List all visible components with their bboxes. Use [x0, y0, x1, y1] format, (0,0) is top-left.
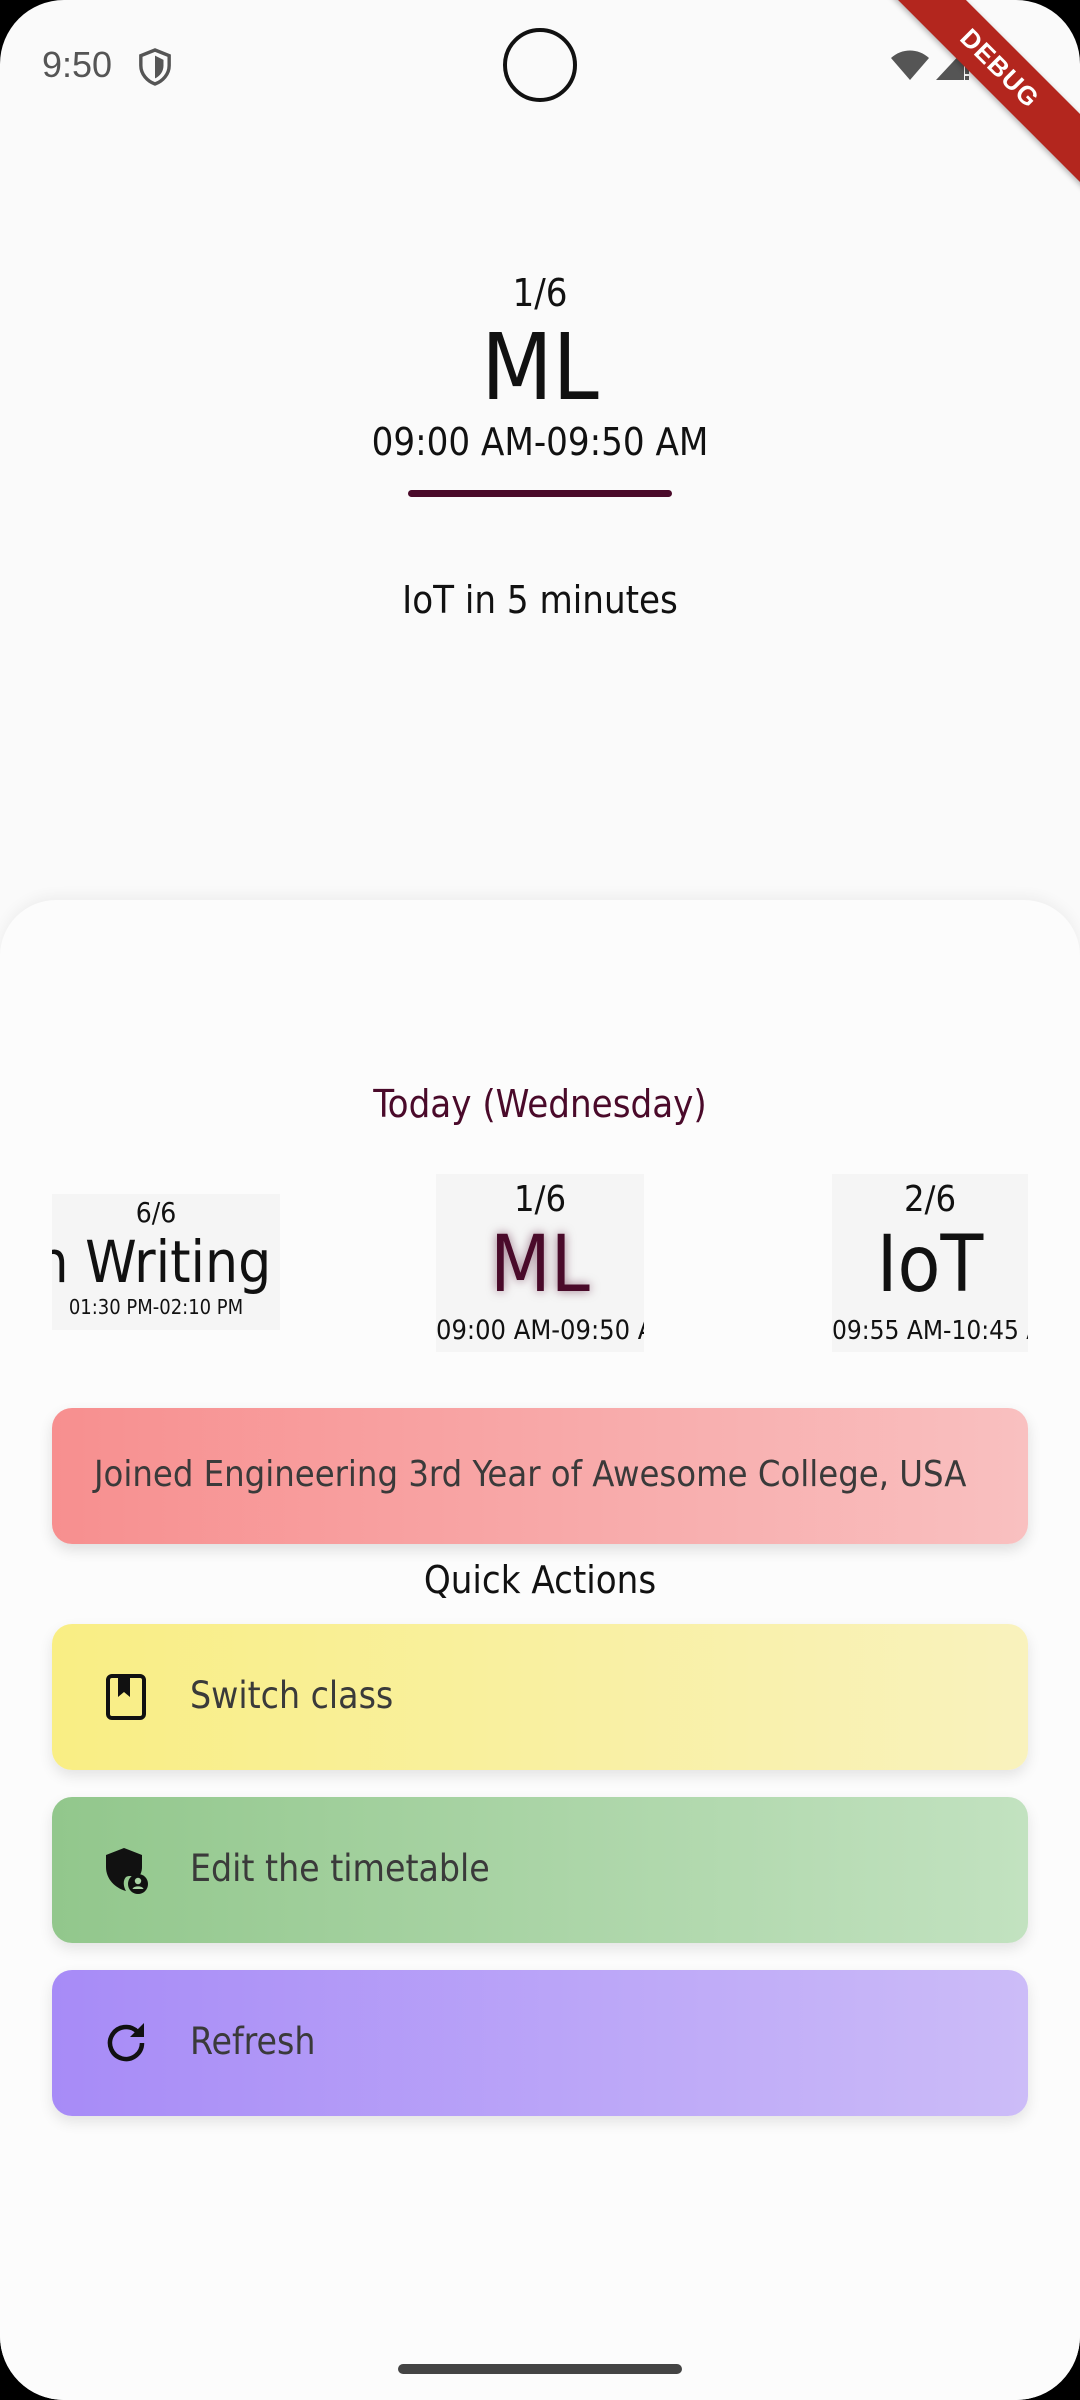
book-icon: [106, 1674, 146, 1720]
wifi-icon: [891, 50, 929, 80]
enrollment-banner[interactable]: Joined Engineering 3rd Year of Awesome C…: [52, 1408, 1028, 1544]
home-indicator[interactable]: [398, 2364, 682, 2374]
refresh-label: Refresh: [190, 2020, 316, 2063]
current-class-subject: ML: [481, 314, 599, 421]
card-subject: Tech Writing: [52, 1228, 272, 1296]
edit-timetable-button[interactable]: Edit the timetable: [52, 1797, 1028, 1943]
card-time: 09:00 AM-09:50 AM: [436, 1315, 644, 1346]
camera-cutout: [503, 28, 577, 102]
refresh-icon: [107, 2023, 145, 2062]
timetable-carousel[interactable]: 6/6 Tech Writing 01:30 PM-02:10 PM 1/6 M…: [52, 1174, 1028, 1374]
current-class-time: 09:00 AM-09:50 AM: [371, 420, 709, 464]
timetable-card[interactable]: 2/6 IoT 09:55 AM-10:45 AM: [832, 1174, 1028, 1352]
timetable-card[interactable]: 6/6 Tech Writing 01:30 PM-02:10 PM: [52, 1194, 280, 1330]
current-class-index: 1/6: [512, 271, 568, 315]
status-time: 9:50: [42, 44, 113, 85]
status-bar: 9:50 DEBUG: [0, 0, 1080, 192]
edit-timetable-label: Edit the timetable: [190, 1847, 490, 1890]
timetable-card-current[interactable]: 1/6 ML 09:00 AM-09:50 AM: [436, 1174, 644, 1352]
card-subject: ML: [490, 1220, 590, 1310]
app-screen: 9:50 DEBUG 1/6 ML 09:00 AM-09:50 AM IoT …: [0, 0, 1080, 2400]
card-time: 01:30 PM-02:10 PM: [68, 1295, 244, 1319]
card-index: 6/6: [135, 1196, 177, 1229]
bottom-sheet: Today (Wednesday) 6/6 Tech Writing 01:30…: [0, 900, 1080, 2400]
day-label: Today (Wednesday): [373, 1082, 707, 1126]
card-index: 1/6: [513, 1179, 567, 1220]
quick-actions-title: Quick Actions: [423, 1558, 657, 1602]
admin-shield-icon: [106, 1848, 148, 1894]
refresh-button[interactable]: Refresh: [52, 1970, 1028, 2116]
debug-banner: DEBUG: [876, 0, 1080, 192]
class-progress-bar: [408, 490, 672, 497]
switch-class-button[interactable]: Switch class: [52, 1624, 1028, 1770]
card-index: 2/6: [903, 1179, 957, 1220]
enrollment-text: Joined Engineering 3rd Year of Awesome C…: [94, 1454, 967, 1495]
card-subject: IoT: [876, 1220, 984, 1310]
switch-class-label: Switch class: [190, 1674, 394, 1717]
next-class-notice: IoT in 5 minutes: [402, 578, 678, 622]
current-class-hero: 1/6 ML 09:00 AM-09:50 AM IoT in 5 minute…: [0, 270, 1080, 623]
shield-icon: [139, 48, 171, 86]
card-time: 09:55 AM-10:45 AM: [832, 1316, 1028, 1346]
